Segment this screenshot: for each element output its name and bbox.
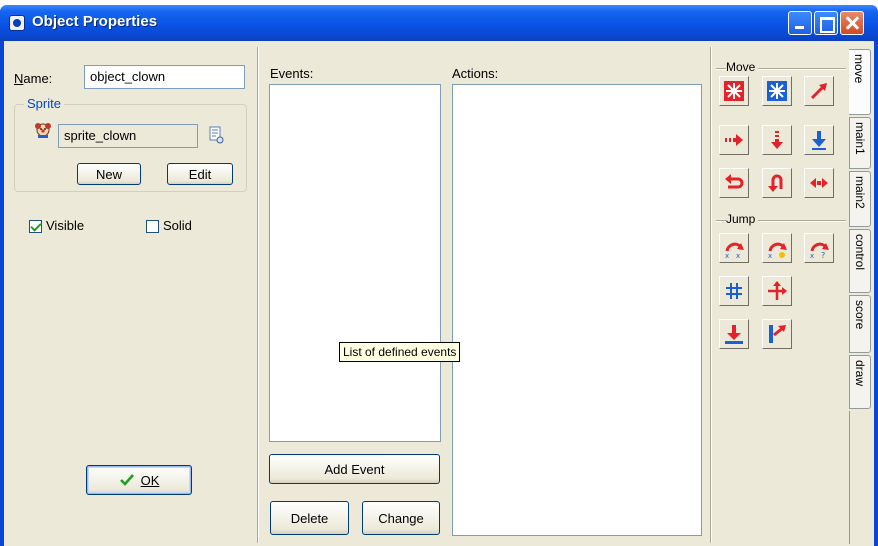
align-to-grid-action[interactable] [719, 276, 749, 306]
tab-control[interactable]: control [849, 229, 871, 293]
svg-text:x: x [725, 252, 729, 259]
window-app-icon [9, 15, 25, 31]
jump-random-icon: x? [810, 242, 829, 259]
delete-event-button[interactable]: Delete [270, 501, 349, 535]
actions-title: Actions: [452, 66, 499, 81]
object-properties-window: Object Properties Name: object_clown Spr… [0, 5, 878, 546]
ok-button[interactable]: OK [86, 465, 192, 495]
gravity-action[interactable] [804, 125, 834, 155]
sprite-name-field[interactable]: sprite_clown [58, 124, 198, 148]
move-fixed-action[interactable] [719, 76, 749, 106]
name-label: Name: [14, 71, 53, 86]
wrap-icon [768, 281, 787, 300]
panel-divider-right [710, 47, 712, 543]
move-towards-icon [810, 83, 827, 100]
move-free-icon [767, 81, 787, 101]
svg-text:x: x [768, 252, 772, 259]
move-towards-action[interactable] [804, 76, 834, 106]
actions-list[interactable] [452, 84, 702, 536]
bounce-icon [769, 325, 786, 343]
close-button[interactable] [840, 11, 864, 35]
grid-icon [726, 283, 742, 299]
tab-score-label: score [853, 300, 867, 330]
title-bar[interactable]: Object Properties [0, 5, 878, 41]
friction-icon [810, 178, 828, 188]
speed-vertical-icon [771, 131, 783, 149]
ok-label: OK [140, 472, 160, 488]
move-section-title: Move [726, 60, 759, 74]
jump-start-icon: x [768, 242, 787, 259]
jump-position-icon: xx [725, 242, 744, 259]
gravity-icon [812, 131, 826, 150]
reverse-vertical-icon [768, 174, 783, 192]
events-title: Events: [270, 66, 314, 81]
visible-checkbox[interactable] [29, 220, 42, 233]
move-fixed-icon [724, 81, 744, 101]
speed-horizontal-action[interactable] [719, 125, 749, 155]
tab-move-label: move [852, 54, 866, 84]
reverse-vertical-action[interactable] [762, 168, 792, 198]
speed-vertical-action[interactable] [762, 125, 792, 155]
jump-section-title: Jump [726, 212, 759, 226]
tab-draw-label: draw [853, 360, 867, 387]
tab-score[interactable]: score [849, 295, 871, 353]
tab-main2-label: main2 [853, 176, 867, 209]
jump-to-position-action[interactable]: xx [719, 233, 749, 263]
reverse-horizontal-icon [725, 174, 744, 189]
events-list[interactable] [269, 84, 441, 442]
tab-strip-filler [849, 411, 872, 544]
solid-label: Solid [163, 218, 192, 233]
tab-draw[interactable]: draw [849, 355, 871, 409]
edit-sprite-button[interactable]: Edit [167, 163, 233, 185]
sprite-group-title: Sprite [24, 96, 64, 111]
speed-horizontal-icon [725, 134, 743, 146]
svg-text:x: x [810, 252, 814, 259]
tab-control-label: control [853, 234, 867, 271]
bounce-action[interactable] [762, 319, 792, 349]
jump-to-start-action[interactable]: x [762, 233, 792, 263]
new-sprite-button[interactable]: New [77, 163, 141, 185]
minimize-button[interactable] [788, 11, 812, 35]
clown-sprite-icon [34, 121, 52, 139]
events-tooltip: List of defined events [339, 342, 461, 362]
move-to-contact-action[interactable] [719, 319, 749, 349]
window-title: Object Properties [32, 13, 158, 30]
maximize-button[interactable] [814, 11, 838, 35]
wrap-screen-action[interactable] [762, 276, 792, 306]
panel-divider-left [257, 47, 259, 543]
checkmark-icon [119, 474, 134, 486]
tab-main1[interactable]: main1 [849, 117, 871, 169]
tab-main2[interactable]: main2 [849, 171, 871, 227]
sprite-menu-icon[interactable] [207, 125, 225, 145]
set-friction-action[interactable] [804, 168, 834, 198]
add-event-button[interactable]: Add Event [269, 454, 440, 484]
tab-main1-label: main1 [853, 122, 867, 155]
change-event-button[interactable]: Change [362, 501, 440, 535]
svg-text:?: ? [821, 251, 825, 259]
tab-move[interactable]: move [849, 49, 871, 115]
solid-checkbox[interactable] [146, 220, 159, 233]
visible-label: Visible [46, 218, 85, 233]
name-label-text: ame: [23, 71, 53, 86]
jump-to-random-action[interactable]: x? [804, 233, 834, 263]
name-field[interactable]: object_clown [84, 65, 245, 89]
dialog-client-area: Name: object_clown Sprite sprite_clown N… [4, 41, 874, 546]
svg-text:x: x [736, 252, 740, 259]
contact-icon [725, 325, 743, 344]
reverse-horizontal-action[interactable] [719, 168, 749, 198]
move-free-action[interactable] [762, 76, 792, 106]
